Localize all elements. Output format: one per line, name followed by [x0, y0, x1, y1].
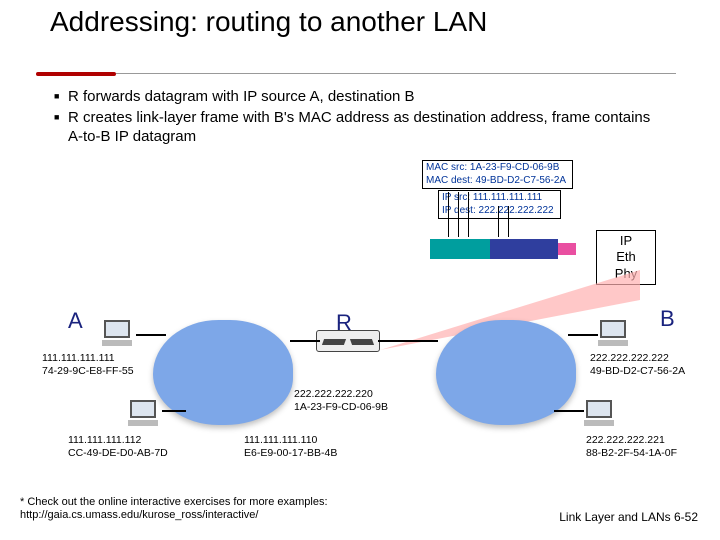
slide-number: Link Layer and LANs 6-52	[559, 510, 698, 524]
host-a2-icon	[128, 400, 162, 430]
mac-dest: MAC dest: 49-BD-D2-C7-56-2A	[426, 175, 566, 188]
frame-eth-header	[430, 239, 490, 259]
bullet-1: R forwards datagram with IP source A, de…	[54, 88, 654, 107]
footnote: * Check out the online interactive exerc…	[20, 496, 380, 522]
bullet-2: R creates link-layer frame with B's MAC …	[54, 109, 654, 147]
link-r-left	[290, 340, 320, 342]
addr-rleft-ip: 111.111.111.110	[244, 434, 337, 447]
bullet-list: R forwards datagram with IP source A, de…	[54, 88, 654, 148]
addr-rright-ip: 222.222.222.220	[294, 388, 388, 401]
label-A: A	[68, 308, 83, 334]
title-underline-thin	[116, 73, 676, 74]
addr-b1-ip: 222.222.222.222	[590, 352, 685, 365]
addr-a2: 111.111.111.112 CC-49-DE-D0-AB-7D	[68, 434, 168, 459]
frame-diagram	[430, 232, 570, 266]
frame-ip-header	[490, 239, 558, 259]
frame-payload	[558, 243, 576, 255]
addr-a1-mac: 74-29-9C-E8-FF-55	[42, 365, 134, 378]
stack-ip: IP	[599, 233, 653, 249]
link-a1	[136, 334, 166, 336]
mac-src: MAC src: 1A-23-F9-CD-06-9B	[426, 162, 566, 175]
addr-a2-mac: CC-49-DE-D0-AB-7D	[68, 447, 168, 460]
mac-header-box: MAC src: 1A-23-F9-CD-06-9B MAC dest: 49-…	[422, 160, 573, 189]
addr-b2-mac: 88-B2-2F-54-1A-0F	[586, 447, 677, 460]
link-r-right	[378, 340, 438, 342]
addr-a2-ip: 111.111.111.112	[68, 434, 168, 447]
label-R: R	[336, 310, 352, 336]
link-b2	[554, 410, 584, 412]
addr-a1-ip: 111.111.111.111	[42, 352, 134, 365]
callout-leader	[448, 192, 449, 237]
host-a1-icon	[102, 320, 136, 350]
stack-eth: Eth	[599, 249, 653, 265]
addr-rleft-mac: E6-E9-00-17-BB-4B	[244, 447, 337, 460]
host-b1-icon	[598, 320, 632, 350]
addr-rright-mac: 1A-23-F9-CD-06-9B	[294, 401, 388, 414]
label-B: B	[660, 306, 675, 332]
link-a2	[162, 410, 186, 412]
addr-b1-mac: 49-BD-D2-C7-56-2A	[590, 365, 685, 378]
addr-rleft: 111.111.111.110 E6-E9-00-17-BB-4B	[244, 434, 337, 459]
callout-leader	[468, 192, 469, 237]
ip-header-box: IP src: 111.111.111.111 IP dest: 222.222…	[438, 190, 561, 219]
link-b1	[568, 334, 598, 336]
host-b2-icon	[584, 400, 618, 430]
addr-b2: 222.222.222.221 88-B2-2F-54-1A-0F	[586, 434, 677, 459]
callout-leader	[458, 192, 459, 237]
slide-title: Addressing: routing to another LAN	[50, 6, 487, 38]
addr-b1: 222.222.222.222 49-BD-D2-C7-56-2A	[590, 352, 685, 377]
addr-rright: 222.222.222.220 1A-23-F9-CD-06-9B	[294, 388, 388, 413]
addr-b2-ip: 222.222.222.221	[586, 434, 677, 447]
addr-a1: 111.111.111.111 74-29-9C-E8-FF-55	[42, 352, 134, 377]
title-underline-bold	[36, 72, 116, 76]
